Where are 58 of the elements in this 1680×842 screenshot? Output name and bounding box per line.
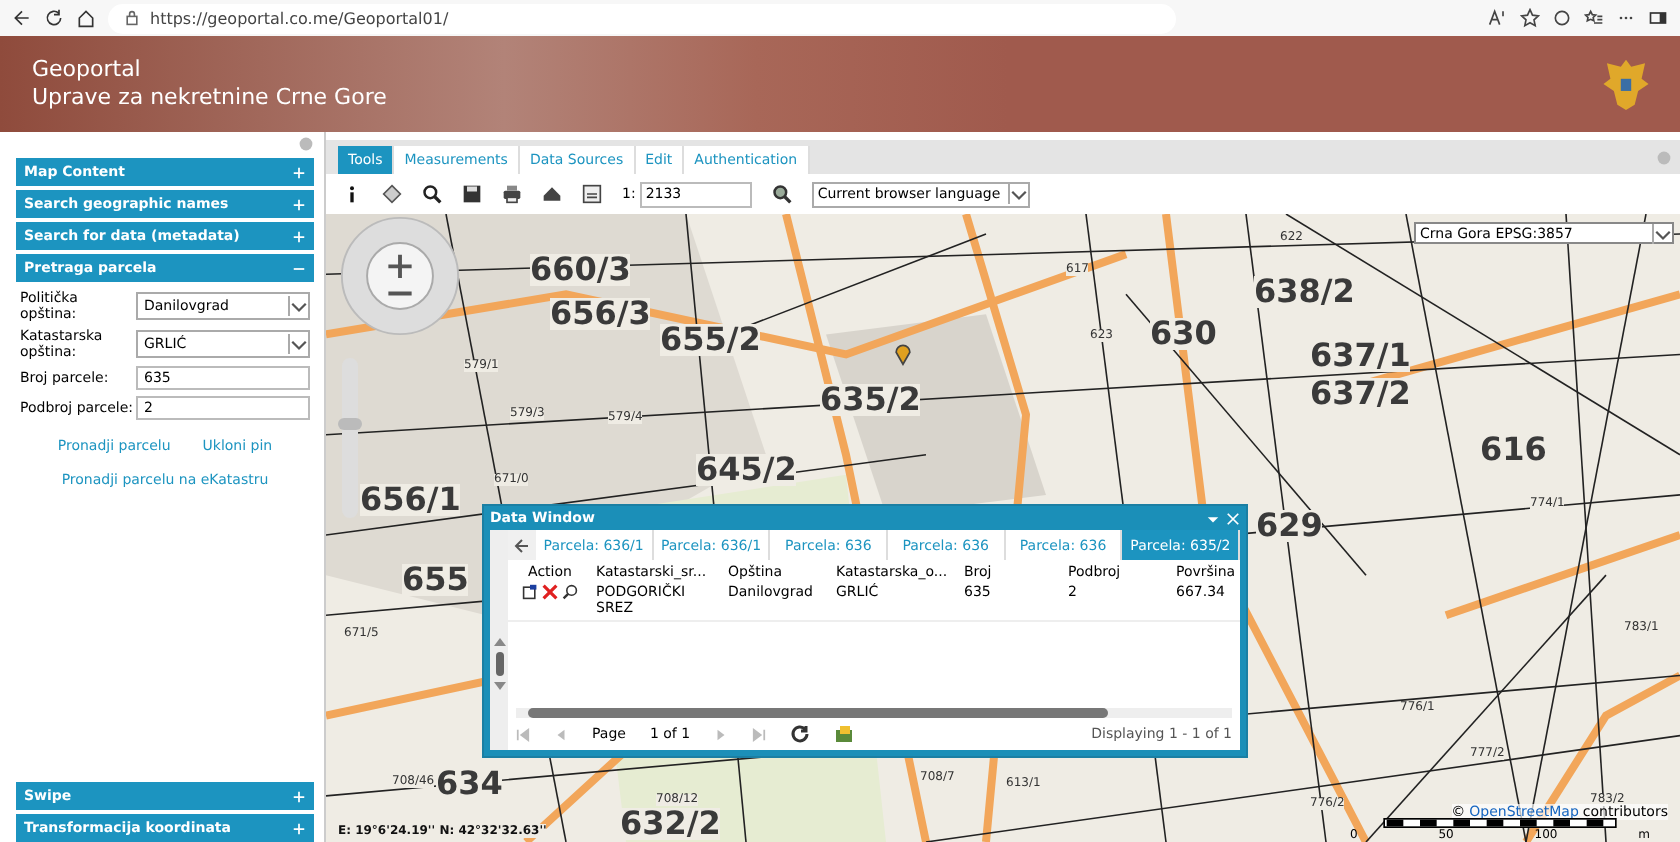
parcel-label: 629 xyxy=(1256,510,1323,542)
parcel-label: 655/2 xyxy=(660,324,761,356)
parcel-label: 656/1 xyxy=(360,484,461,516)
chevron-down-icon xyxy=(288,334,308,354)
scroll-up-icon[interactable] xyxy=(493,638,505,646)
zoom-icon[interactable] xyxy=(422,184,442,204)
plus-icon xyxy=(292,821,306,835)
lock-icon xyxy=(124,10,140,26)
window-icon[interactable] xyxy=(522,584,538,600)
parcel-label: 656/3 xyxy=(550,298,651,330)
chevron-down-icon xyxy=(288,296,308,316)
parcel-label: 655 xyxy=(402,564,469,596)
parcel-label: 630 xyxy=(1150,318,1217,350)
close-icon[interactable] xyxy=(1226,511,1240,525)
back-icon[interactable] xyxy=(12,8,32,28)
zoom-icon[interactable] xyxy=(562,584,578,600)
parcel-label: 616 xyxy=(1480,434,1547,466)
plus-icon xyxy=(292,789,306,803)
caret-icon[interactable] xyxy=(1206,511,1220,525)
home-icon[interactable] xyxy=(76,8,96,28)
site-subtitle: Uprave za nekretnine Crne Gore xyxy=(32,84,387,112)
export-icon[interactable] xyxy=(834,724,855,744)
pin-icon xyxy=(894,342,912,366)
zoom-slider[interactable] xyxy=(342,358,358,518)
horizontal-scrollbar[interactable] xyxy=(516,708,1232,718)
parcel-label: 645/2 xyxy=(696,454,797,486)
parcel-label: 632/2 xyxy=(620,808,721,840)
plus-icon xyxy=(292,229,306,243)
slider-thumb[interactable] xyxy=(338,417,362,430)
reload-icon[interactable] xyxy=(44,8,64,28)
favorites-icon[interactable] xyxy=(1584,8,1604,28)
sidebar-icon[interactable] xyxy=(1648,8,1668,28)
home-icon[interactable] xyxy=(542,184,562,204)
star-icon[interactable] xyxy=(1520,8,1540,28)
parcel-label: 637/2 xyxy=(1310,378,1411,410)
plus-icon xyxy=(292,197,306,211)
scroll-down-icon[interactable] xyxy=(493,682,505,690)
save-icon[interactable] xyxy=(462,184,482,204)
site-title: Geoportal xyxy=(32,56,143,84)
parcel-label: 660/3 xyxy=(530,254,631,286)
chevron-down-icon xyxy=(1008,184,1029,204)
parcel-label: 637/1 xyxy=(1310,340,1411,372)
chevron-down-icon xyxy=(1652,223,1672,243)
zoom-icon[interactable] xyxy=(771,184,792,204)
pan-control-icon[interactable] xyxy=(338,214,462,338)
legend-icon[interactable] xyxy=(582,184,602,204)
refresh-icon[interactable] xyxy=(790,724,811,744)
parcel-label: 634 xyxy=(436,768,503,800)
parcel-label: 638/2 xyxy=(1254,276,1355,308)
scroll-thumb-icon[interactable] xyxy=(495,652,503,676)
parcel-label: 635/2 xyxy=(820,384,921,416)
arrow-left-icon[interactable] xyxy=(512,535,532,555)
delete-icon[interactable] xyxy=(542,584,558,600)
read-aloud-icon[interactable] xyxy=(1488,8,1508,28)
address-bar[interactable]: https://geoportal.co.me/Geoportal01/ xyxy=(108,3,1176,33)
plus-icon xyxy=(292,165,306,179)
layers-icon[interactable] xyxy=(382,184,402,204)
print-icon[interactable] xyxy=(502,184,522,204)
